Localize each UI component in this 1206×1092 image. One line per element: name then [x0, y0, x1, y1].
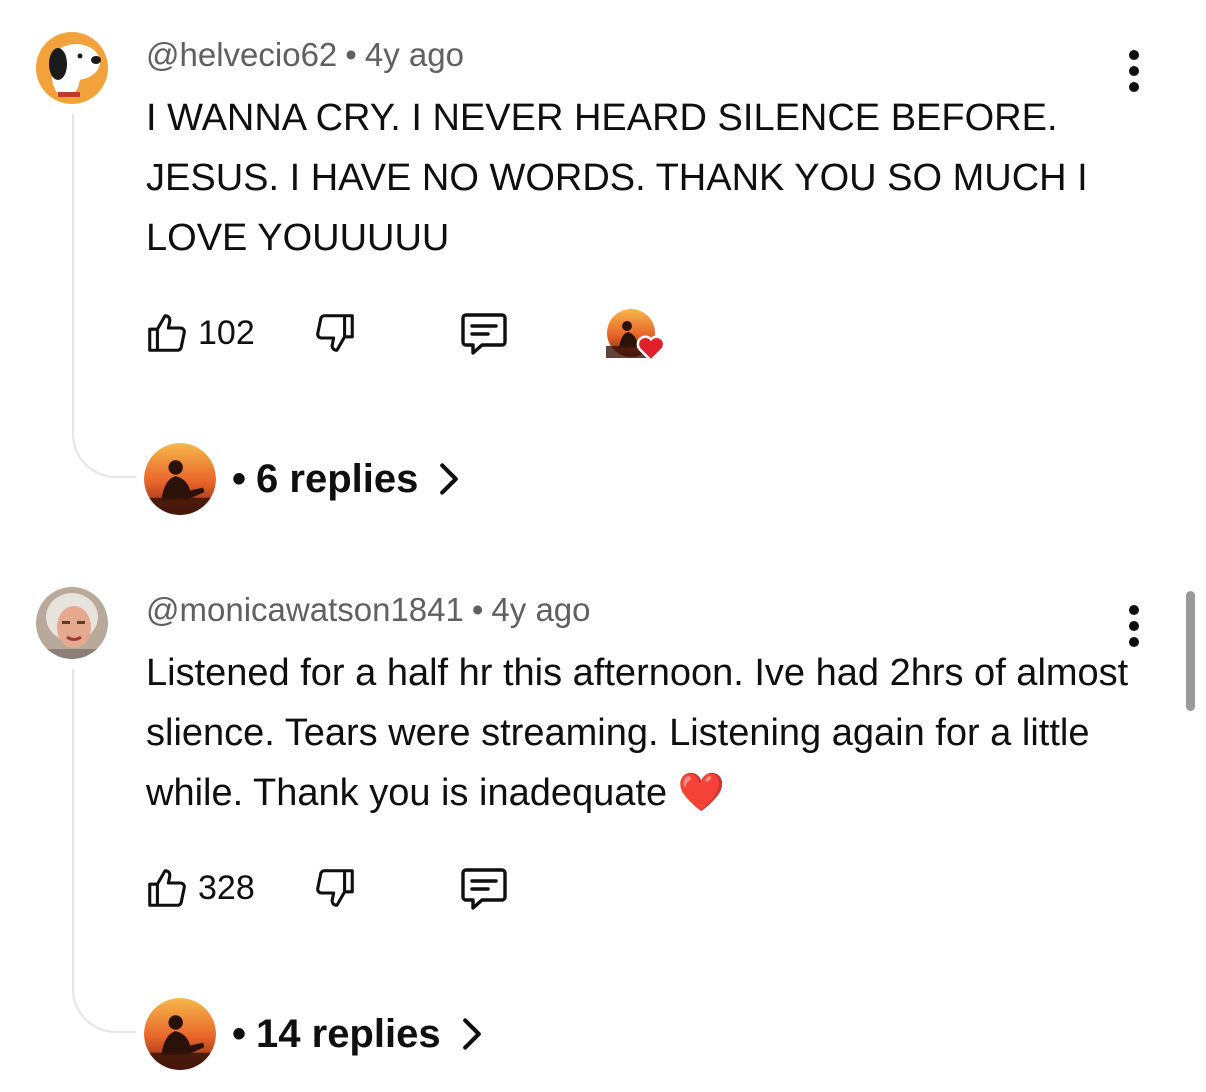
chevron-right-icon [440, 463, 459, 495]
like-button[interactable]: 102 [144, 310, 255, 356]
comment-age: 4y ago [491, 591, 591, 628]
meta-separator: • [471, 591, 484, 628]
like-count: 328 [198, 868, 255, 907]
comment-icon [461, 868, 507, 910]
thumbs-up-icon [148, 869, 186, 907]
view-replies-button[interactable]: • 14 replies [144, 997, 483, 1071]
replies-bullet: • [232, 456, 247, 501]
chevron-right-icon [462, 1018, 481, 1050]
view-replies-button[interactable]: • 6 replies [144, 442, 460, 516]
dislike-button[interactable] [312, 310, 358, 356]
thumbs-up-icon [148, 314, 186, 352]
sunset-guitarist-avatar [144, 998, 216, 1070]
thumbs-down-icon [316, 869, 354, 907]
thumbs-down-icon [316, 314, 354, 352]
heart-icon [636, 335, 666, 362]
comment-text: Listened for a half hr this afternoon. I… [146, 652, 1129, 814]
sunset-guitarist-avatar [144, 443, 216, 515]
replies-bullet: • [232, 1011, 247, 1056]
comment-icon [461, 313, 507, 355]
scrollbar[interactable] [1186, 591, 1195, 711]
meta-separator: • [345, 36, 357, 73]
like-count: 102 [198, 313, 255, 352]
reply-button[interactable] [458, 865, 510, 913]
thread-line [72, 114, 136, 478]
comment-meta: @monicawatson1841 • 4y ago [146, 591, 591, 629]
author-handle[interactable]: @monicawatson1841 [146, 591, 464, 628]
replies-count-label: 6 replies [256, 456, 419, 501]
snoopy-avatar[interactable] [36, 32, 108, 104]
author-handle[interactable]: @helvecio62 [146, 36, 337, 73]
woman-portrait-avatar[interactable] [36, 587, 108, 659]
replies-count-label: 14 replies [256, 1011, 441, 1056]
thread-line [72, 669, 136, 1033]
comment-age: 4y ago [364, 36, 464, 73]
comment-text: I WANNA CRY. I NEVER HEARD SILENCE BEFOR… [146, 97, 1088, 259]
like-button[interactable]: 328 [144, 865, 255, 911]
comment-meta: @helvecio62 • 4y ago [146, 36, 464, 74]
creator-heart-badge [606, 308, 666, 368]
reply-button[interactable] [458, 310, 510, 358]
dislike-button[interactable] [312, 865, 358, 911]
